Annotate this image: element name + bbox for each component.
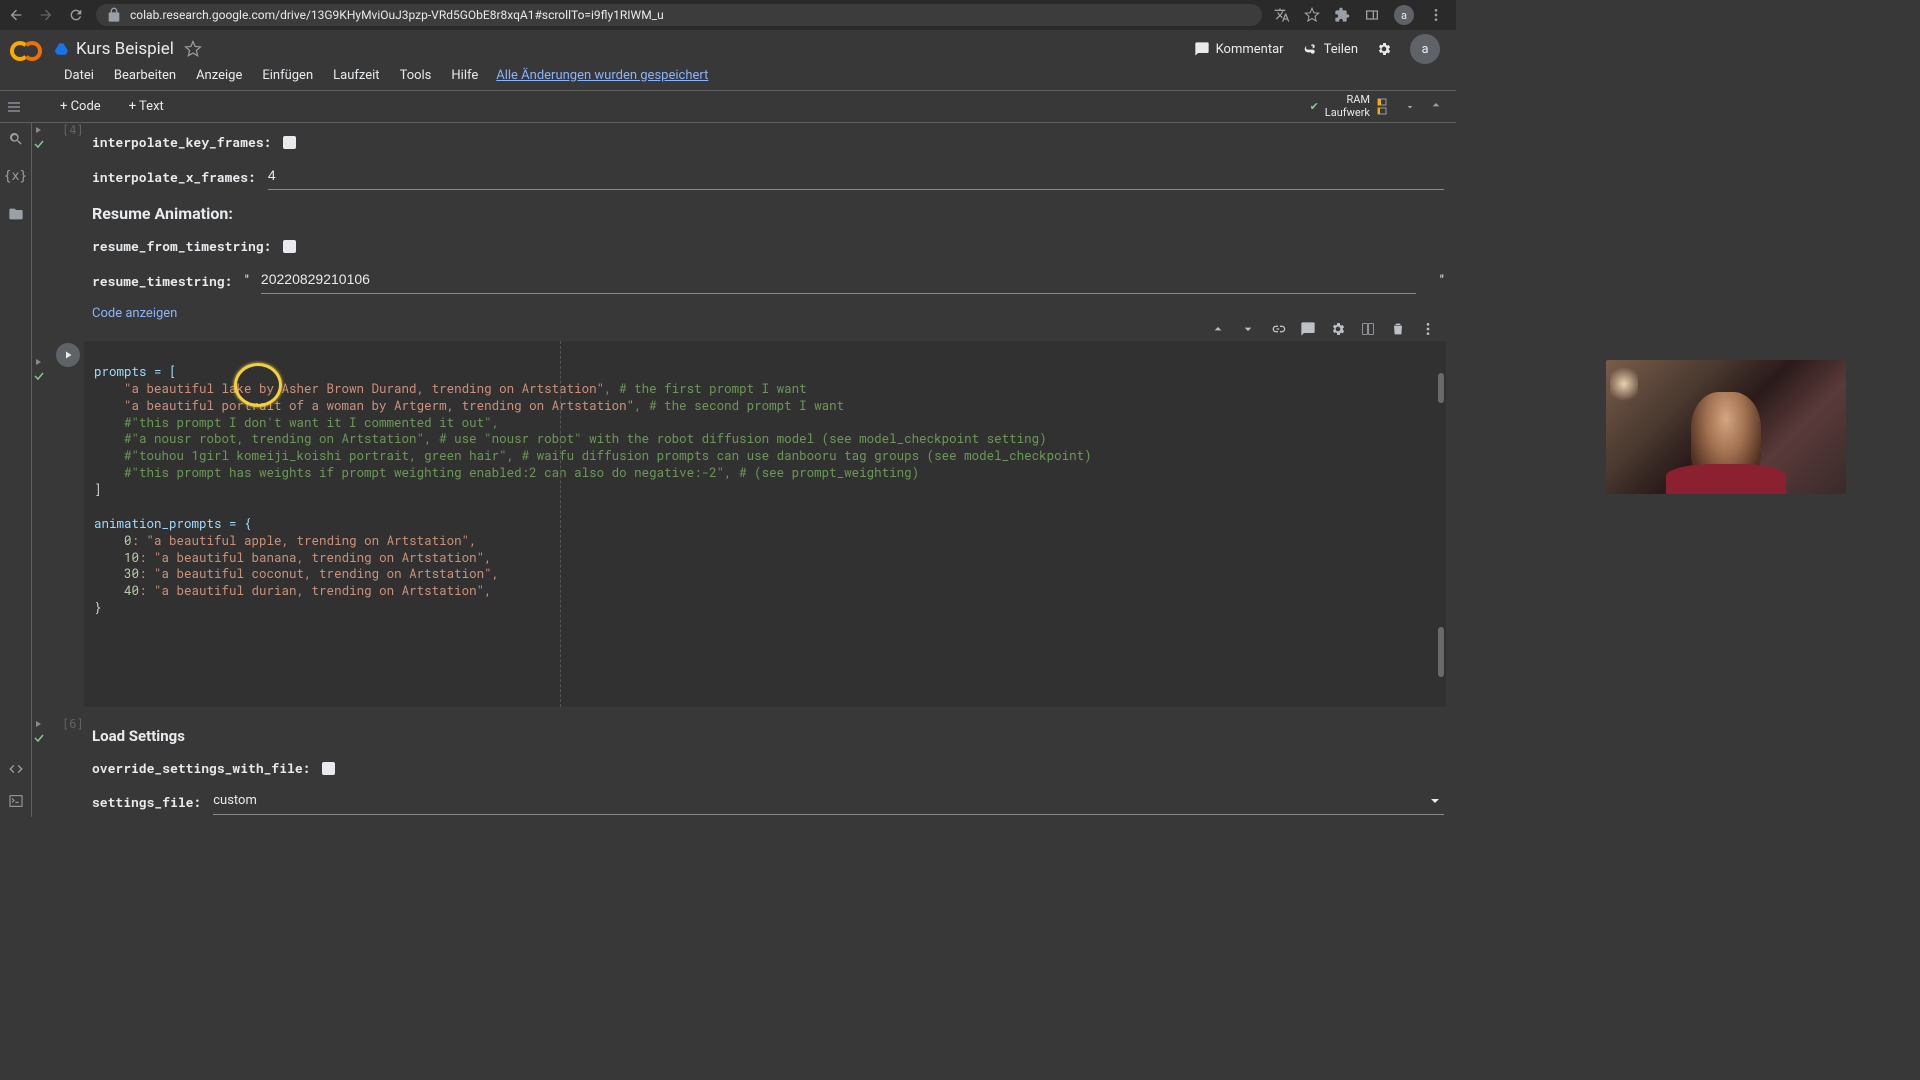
menu-icon[interactable] — [6, 99, 22, 115]
star-icon[interactable] — [1304, 7, 1320, 23]
favorite-star-icon[interactable] — [184, 40, 202, 58]
input-interpolate-x-frames[interactable] — [268, 163, 1444, 190]
cell-menu-icon[interactable] — [1420, 321, 1436, 337]
cell-exec-count: [4] — [62, 123, 84, 137]
forward-icon[interactable] — [38, 7, 54, 23]
collapse-cell-icon[interactable] — [34, 719, 44, 729]
translate-icon[interactable] — [1274, 7, 1290, 23]
menu-edit[interactable]: Bearbeiten — [106, 66, 184, 85]
code-snippets-icon[interactable] — [8, 761, 24, 777]
link-icon[interactable] — [1270, 321, 1286, 337]
form-label: resume_from_timestring: — [92, 237, 271, 255]
share-button[interactable]: Teilen — [1302, 41, 1358, 57]
runtime-status[interactable]: ✔ RAM Laufwerk — [1310, 94, 1416, 118]
address-bar[interactable]: colab.research.google.com/drive/13G9KHyM… — [96, 4, 1262, 26]
show-code-link[interactable]: Code anzeigen — [92, 300, 177, 327]
gear-icon[interactable] — [1376, 41, 1392, 57]
collapse-cell-icon[interactable] — [34, 125, 44, 135]
collapse-cell-icon[interactable] — [34, 357, 44, 367]
cell-exec-count: [6] — [62, 717, 84, 731]
section-title: Load Settings — [92, 719, 1456, 753]
move-up-icon[interactable] — [1210, 321, 1226, 337]
runtime-gauge — [1376, 97, 1398, 117]
form-label: interpolate_x_frames: — [92, 168, 256, 186]
menu-runtime[interactable]: Laufzeit — [325, 66, 387, 85]
folder-icon[interactable] — [8, 206, 24, 222]
drive-icon — [54, 41, 70, 57]
comment-button[interactable]: Kommentar — [1194, 41, 1284, 57]
comment-icon — [1194, 41, 1210, 57]
share-icon — [1302, 41, 1318, 57]
form-label: settings_file: — [92, 793, 201, 811]
search-icon[interactable] — [8, 131, 24, 147]
terminal-icon[interactable] — [8, 793, 24, 809]
run-cell-button[interactable] — [56, 343, 80, 367]
scrollbar[interactable] — [1438, 373, 1444, 403]
browser-profile-avatar[interactable]: a — [1394, 5, 1414, 25]
menu-help[interactable]: Hilfe — [443, 66, 486, 85]
extensions-icon[interactable] — [1334, 7, 1350, 23]
chevron-down-icon — [1430, 796, 1440, 806]
runtime-dropdown-icon[interactable] — [1404, 101, 1416, 113]
lock-icon — [106, 7, 122, 23]
browser-menu-icon[interactable] — [1428, 7, 1444, 23]
menu-insert[interactable]: Einfügen — [254, 66, 321, 85]
url-text: colab.research.google.com/drive/13G9KHyM… — [130, 8, 664, 22]
delete-cell-icon[interactable] — [1390, 321, 1406, 337]
variables-icon[interactable]: {x} — [4, 169, 27, 184]
checkbox-override-settings[interactable] — [322, 762, 335, 775]
move-down-icon[interactable] — [1240, 321, 1256, 337]
form-label: override_settings_with_file: — [92, 759, 310, 777]
webcam-overlay — [1606, 360, 1846, 494]
comment-cell-icon[interactable] — [1300, 321, 1316, 337]
browser-chrome: colab.research.google.com/drive/13G9KHyM… — [0, 0, 1456, 30]
menu-view[interactable]: Anzeige — [188, 66, 250, 85]
doc-title[interactable]: Kurs Beispiel — [76, 39, 174, 59]
menu-file[interactable]: Datei — [56, 66, 102, 85]
code-editor[interactable]: prompts = [ "a beautiful lake by Asher B… — [84, 341, 1446, 707]
reload-icon[interactable] — [68, 7, 84, 23]
form-label: interpolate_key_frames: — [92, 133, 271, 151]
add-code-button[interactable]: + Code — [50, 97, 111, 116]
collapse-sidebar-button[interactable] — [1424, 93, 1448, 121]
column-ruler — [560, 341, 561, 707]
menu-tools[interactable]: Tools — [392, 66, 440, 85]
user-avatar[interactable]: a — [1410, 34, 1440, 64]
checkbox-interpolate-key-frames[interactable] — [283, 136, 296, 149]
input-resume-timestring[interactable] — [261, 267, 1416, 294]
select-settings-file[interactable]: custom — [213, 789, 1444, 815]
settings-cell-icon[interactable] — [1330, 321, 1346, 337]
back-icon[interactable] — [8, 7, 24, 23]
add-text-button[interactable]: + Text — [119, 97, 174, 116]
scrollbar[interactable] — [1438, 627, 1444, 677]
mirror-cell-icon[interactable] — [1360, 321, 1376, 337]
section-title: Resume Animation: — [92, 196, 1456, 231]
save-status[interactable]: Alle Änderungen wurden gespeichert — [496, 68, 708, 83]
checkbox-resume-from-timestring[interactable] — [283, 240, 296, 253]
sidebar-icon[interactable] — [1364, 7, 1380, 23]
form-label: resume_timestring: — [92, 272, 232, 290]
colab-logo[interactable] — [10, 33, 42, 65]
